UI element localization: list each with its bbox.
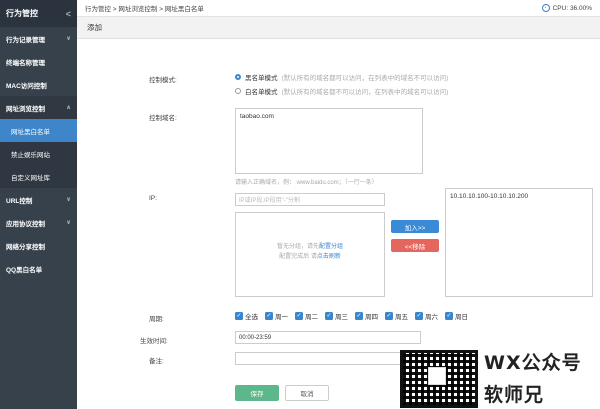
cpu-status: CPU: 36.00% — [541, 4, 592, 12]
chevron-down-icon: ∨ — [66, 36, 71, 42]
sidebar-item-qq-blackwhite[interactable]: QQ黑白名单 — [0, 257, 77, 280]
sidebar-subitem-custom-url-lib[interactable]: 自定义网址库 — [0, 165, 77, 188]
sidebar-header: 行为管控 < — [0, 0, 77, 27]
checkbox-label: 周五 — [395, 314, 408, 321]
checkbox-label: 周一 — [275, 314, 288, 321]
check-icon: ✓ — [265, 312, 273, 320]
ip-list-item[interactable]: 10.10.10.100-10.10.10.200 — [450, 193, 588, 200]
ip-list-box[interactable]: 10.10.10.100-10.10.10.200 — [445, 188, 593, 297]
check-icon: ✓ — [325, 312, 333, 320]
cpu-icon — [541, 4, 550, 12]
sidebar-subitem-block-entertainment[interactable]: 禁止娱乐网站 — [0, 142, 77, 165]
sidebar-item-mac-access[interactable]: MAC访问控制 — [0, 73, 77, 96]
watermark: WX公众号 软师兄 — [398, 346, 600, 409]
sidebar-item-behavior-log[interactable]: 行为记录管理 ∨ — [0, 27, 77, 50]
checkbox-label: 周四 — [365, 314, 378, 321]
qr-logo-icon — [428, 367, 446, 385]
topbar: 行为管控 > 网址浏览控制 > 网址黑白名单 CPU: 36.00% — [77, 0, 600, 17]
chevron-down-icon: ∨ — [66, 197, 71, 203]
sidebar-subitem-label: 网址黑白名单 — [11, 128, 50, 136]
sidebar-item-label: MAC访问控制 — [6, 82, 47, 90]
remove-button[interactable]: <<移除 — [391, 239, 439, 252]
checkbox-all[interactable]: ✓ 全选 — [235, 311, 258, 321]
domain-label: 控制域名: — [149, 115, 177, 122]
ip-group-empty: 暂无分组，请先配置分组 配置完成后 请点击刷新 — [235, 242, 385, 262]
sidebar-item-app-protocol[interactable]: 应用协议控制 ∨ — [0, 211, 77, 234]
check-icon: ✓ — [295, 312, 303, 320]
config-group-link[interactable]: 配置分组 — [319, 244, 343, 250]
checkbox-mon[interactable]: ✓ 周一 — [265, 311, 288, 321]
watermark-line-2: 软师兄 — [484, 384, 545, 406]
radio-unchecked-icon — [235, 88, 241, 94]
cpu-text: CPU: 36.00% — [552, 4, 592, 12]
sidebar-item-url-browse[interactable]: 网址浏览控制 ∧ — [0, 96, 77, 119]
sidebar-subitem-label: 禁止娱乐网站 — [11, 151, 50, 159]
checkbox-label: 周六 — [425, 314, 438, 321]
sidebar-item-label: 网址浏览控制 — [6, 105, 45, 113]
domain-value: taobao.com — [240, 113, 274, 120]
sidebar: 行为管控 < 行为记录管理 ∨ 终端名称管理 MAC访问控制 网址浏览控制 ∧ … — [0, 0, 77, 409]
breadcrumb: 行为管控 > 网址浏览控制 > 网址黑白名单 — [85, 6, 204, 13]
sidebar-item-url-control[interactable]: URL控制 ∨ — [0, 188, 77, 211]
checkbox-label: 周三 — [335, 314, 348, 321]
ip-placeholder: IP或IP段,IP段用"-"分割 — [239, 198, 300, 204]
chevron-down-icon: ∨ — [66, 220, 71, 226]
radio-white-mode[interactable]: 白名单模式 (默认所有的域名都不可以访问，在列表中的域名可以访问) — [235, 86, 448, 96]
note-label: 备注: — [149, 358, 164, 365]
checkbox-fri[interactable]: ✓ 周五 — [385, 311, 408, 321]
checkbox-sat[interactable]: ✓ 周六 — [415, 311, 438, 321]
sidebar-item-label: 应用协议控制 — [6, 220, 45, 228]
check-icon: ✓ — [385, 312, 393, 320]
note-input[interactable] — [235, 352, 421, 365]
sidebar-subitem-url-blackwhite[interactable]: 网址黑白名单 — [0, 119, 77, 142]
watermark-line-1: WX公众号 — [484, 352, 582, 374]
black-mode-label: 黑名单模式 — [245, 75, 278, 82]
sidebar-item-label: 网络分享控制 — [6, 243, 45, 251]
ip-label: IP: — [149, 195, 157, 202]
black-mode-hint: (默认所有的域名都可以访问，在列表中的域名不可以访问) — [281, 75, 449, 82]
empty-text-1: 暂无分组，请先 — [276, 244, 319, 250]
domain-hint: 请输入正确域名，例： www.baidu.com；（一行一条） — [235, 180, 378, 186]
sidebar-item-label: 终端名称管理 — [6, 59, 45, 67]
radio-black-mode[interactable]: 黑名单模式 (默认所有的域名都可以访问，在列表中的域名不可以访问) — [235, 72, 448, 82]
checkbox-sun[interactable]: ✓ 周日 — [445, 311, 468, 321]
period-checkboxes: ✓ 全选 ✓ 周一 ✓ 周二 ✓ 周三 ✓ 周四 ✓ 周五 ✓ 周六 ✓ 周日 — [235, 311, 471, 321]
time-label: 生效时间: — [140, 338, 168, 345]
check-icon: ✓ — [355, 312, 363, 320]
check-icon: ✓ — [235, 312, 243, 320]
cancel-button[interactable]: 取消 — [285, 385, 329, 401]
mode-label: 控制模式: — [149, 77, 177, 84]
refresh-link[interactable]: 点击刷新 — [317, 254, 341, 260]
checkbox-tue[interactable]: ✓ 周二 — [295, 311, 318, 321]
save-button[interactable]: 保存 — [235, 385, 279, 401]
chevron-up-icon: ∧ — [66, 105, 71, 111]
ip-input[interactable]: IP或IP段,IP段用"-"分割 — [235, 193, 385, 206]
checkbox-wed[interactable]: ✓ 周三 — [325, 311, 348, 321]
sidebar-item-terminal-name[interactable]: 终端名称管理 — [0, 50, 77, 73]
sidebar-title: 行为管控 — [6, 9, 38, 18]
collapse-icon[interactable]: < — [66, 9, 71, 19]
empty-text-2: 配置完成后 请 — [279, 254, 317, 260]
sidebar-item-label: 行为记录管理 — [6, 36, 45, 44]
white-mode-label: 白名单模式 — [245, 89, 278, 96]
radio-checked-icon — [235, 74, 241, 80]
sidebar-item-network-share[interactable]: 网络分享控制 — [0, 234, 77, 257]
page-title-bar: 添加 — [77, 17, 600, 39]
sidebar-subitem-label: 自定义网址库 — [11, 174, 50, 182]
check-icon: ✓ — [415, 312, 423, 320]
page-title: 添加 — [87, 23, 102, 32]
sidebar-item-label: QQ黑白名单 — [6, 266, 43, 274]
check-icon: ✓ — [445, 312, 453, 320]
period-label: 周期: — [149, 316, 164, 323]
add-button[interactable]: 加入>> — [391, 220, 439, 233]
time-value: 00:00-23:59 — [239, 334, 272, 341]
domain-textarea[interactable]: taobao.com — [235, 108, 423, 174]
checkbox-label: 周日 — [455, 314, 468, 321]
white-mode-hint: (默认所有的域名都不可以访问，在列表中的域名可以访问) — [281, 89, 449, 96]
sidebar-item-label: URL控制 — [6, 197, 33, 205]
checkbox-label: 周二 — [305, 314, 318, 321]
checkbox-thu[interactable]: ✓ 周四 — [355, 311, 378, 321]
checkbox-label: 全选 — [245, 314, 258, 321]
time-input[interactable]: 00:00-23:59 — [235, 331, 421, 344]
